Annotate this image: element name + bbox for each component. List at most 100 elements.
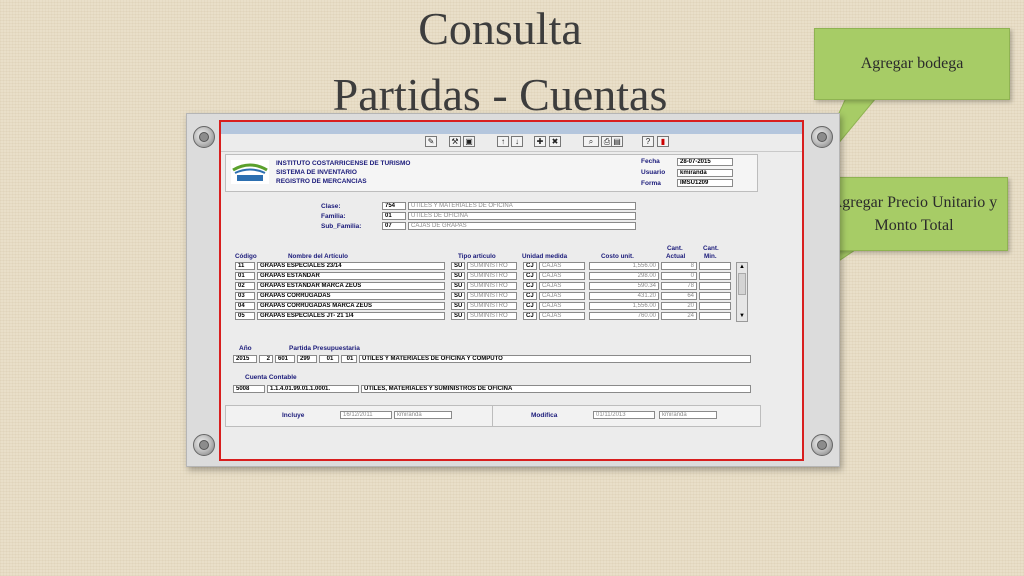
row-actual[interactable]: 20	[661, 302, 697, 310]
table-scrollbar[interactable]: ▲ ▼	[736, 262, 748, 322]
row-min[interactable]	[699, 292, 731, 300]
partida-p3-field[interactable]: 299	[297, 355, 317, 363]
edit-icon[interactable]: ✎	[425, 136, 437, 147]
scroll-down-icon[interactable]: ▼	[737, 312, 747, 321]
row-tipo[interactable]: SU	[451, 282, 465, 290]
row-unidad[interactable]: CJ	[523, 272, 537, 280]
scroll-thumb[interactable]	[738, 273, 746, 295]
forma-field[interactable]: IMSU1209	[677, 179, 733, 187]
row-unidad[interactable]: CJ	[523, 292, 537, 300]
system-name: SISTEMA DE INVENTARIO	[276, 169, 357, 176]
familia-desc-field[interactable]: UTILES DE OFICINA	[408, 212, 636, 220]
clase-label: Clase:	[321, 203, 341, 210]
row-actual[interactable]: 8	[661, 262, 697, 270]
cuenta-number-field[interactable]: 1.1.4.01.99.01.1.0001.	[267, 385, 359, 393]
row-name[interactable]: GRAPAS CORRUGADAS MARCA ZEUS	[257, 302, 445, 310]
partida-p4-field[interactable]: 01	[319, 355, 339, 363]
tool-icon[interactable]: ⚒	[449, 136, 461, 147]
help-icon[interactable]: ?	[642, 136, 654, 147]
incluye-date-field[interactable]: 16/12/2011	[340, 411, 392, 419]
row-tipo[interactable]: SU	[451, 302, 465, 310]
save-icon[interactable]: ▣	[463, 136, 475, 147]
row-tipo-desc[interactable]: SUMINISTRO	[467, 312, 517, 320]
row-costo[interactable]: 760.00	[589, 312, 659, 320]
row-name[interactable]: GRAPAS CORRUGADAS	[257, 292, 445, 300]
row-unidad-desc[interactable]: CAJAS	[539, 312, 585, 320]
row-costo[interactable]: 1,556.00	[589, 302, 659, 310]
row-unidad[interactable]: CJ	[523, 262, 537, 270]
row-actual[interactable]: 0	[661, 272, 697, 280]
row-name[interactable]: GRAPAS ESTANDAR	[257, 272, 445, 280]
familia-label: Familia:	[321, 213, 346, 220]
row-min[interactable]	[699, 262, 731, 270]
row-unidad-desc[interactable]: CAJAS	[539, 292, 585, 300]
partida-label: Partida Presupuestaria	[289, 345, 360, 352]
row-tipo[interactable]: SU	[451, 292, 465, 300]
row-unidad[interactable]: CJ	[523, 312, 537, 320]
incluye-user-field[interactable]: kmiranda	[394, 411, 452, 419]
row-min[interactable]	[699, 302, 731, 310]
cuenta-code-field[interactable]: 5008	[233, 385, 265, 393]
query-icon[interactable]: ⌕	[583, 136, 599, 147]
row-unidad[interactable]: CJ	[523, 282, 537, 290]
row-tipo[interactable]: SU	[451, 262, 465, 270]
subfamilia-code-field[interactable]: 07	[382, 222, 406, 230]
row-unidad-desc[interactable]: CAJAS	[539, 272, 585, 280]
row-code[interactable]: 02	[235, 282, 255, 290]
row-tipo[interactable]: SU	[451, 272, 465, 280]
familia-code-field[interactable]: 01	[382, 212, 406, 220]
clase-code-field[interactable]: 754	[382, 202, 406, 210]
partida-anio-field[interactable]: 2015	[233, 355, 257, 363]
partida-desc-field[interactable]: ÚTILES Y MATERIALES DE OFICINA Y COMPUTO	[359, 355, 751, 363]
cuenta-label: Cuenta Contable	[245, 374, 297, 381]
row-actual[interactable]: 78	[661, 282, 697, 290]
col-unidad: Unidad medida	[522, 253, 568, 260]
row-name[interactable]: GRAPAS ESPECIALES JT- 21 1/4	[257, 312, 445, 320]
row-code[interactable]: 03	[235, 292, 255, 300]
subfamilia-desc-field[interactable]: CAJAS DE GRAPAS	[408, 222, 636, 230]
row-unidad-desc[interactable]: CAJAS	[539, 302, 585, 310]
row-unidad-desc[interactable]: CAJAS	[539, 282, 585, 290]
row-unidad[interactable]: CJ	[523, 302, 537, 310]
clase-desc-field[interactable]: UTILES Y MATERIALES DE OFICINA	[408, 202, 636, 210]
row-costo[interactable]: 1,556.00	[589, 262, 659, 270]
row-name[interactable]: GRAPAS ESPECIALES 23/14	[257, 262, 445, 270]
row-costo[interactable]: 298.00	[589, 272, 659, 280]
partida-p2-field[interactable]: 601	[275, 355, 295, 363]
row-tipo-desc[interactable]: SUMINISTRO	[467, 302, 517, 310]
form-name: REGISTRO DE MERCANCIAS	[276, 178, 367, 185]
row-tipo-desc[interactable]: SUMINISTRO	[467, 262, 517, 270]
row-unidad-desc[interactable]: CAJAS	[539, 262, 585, 270]
delete-record-icon[interactable]: ✖	[549, 136, 561, 147]
row-code[interactable]: 01	[235, 272, 255, 280]
row-name[interactable]: GRAPAS ESTANDAR MARCA ZEUS	[257, 282, 445, 290]
usuario-field[interactable]: kmiranda	[677, 169, 733, 177]
row-min[interactable]	[699, 272, 731, 280]
cuenta-desc-field[interactable]: ÚTILES, MATERIALES Y SUMINISTROS DE OFIC…	[361, 385, 751, 393]
exit-icon[interactable]: ▮	[657, 136, 669, 147]
report-icon[interactable]: ▤	[611, 136, 623, 147]
row-costo[interactable]: 431.20	[589, 292, 659, 300]
row-code[interactable]: 05	[235, 312, 255, 320]
partida-p5-field[interactable]: 01	[341, 355, 357, 363]
row-tipo-desc[interactable]: SUMINISTRO	[467, 272, 517, 280]
row-actual[interactable]: 24	[661, 312, 697, 320]
modifica-date-field[interactable]: 01/11/2013	[593, 411, 655, 419]
scroll-up-icon[interactable]: ▲	[737, 263, 747, 272]
row-min[interactable]	[699, 282, 731, 290]
fecha-field[interactable]: 28-07-2015	[677, 158, 733, 166]
arrow-up-icon[interactable]: ↑	[497, 136, 509, 147]
modifica-user-field[interactable]: kmiranda	[659, 411, 717, 419]
add-record-icon[interactable]: ✚	[534, 136, 546, 147]
col-min-2: Min.	[704, 253, 717, 260]
row-code[interactable]: 11	[235, 262, 255, 270]
row-code[interactable]: 04	[235, 302, 255, 310]
row-tipo-desc[interactable]: SUMINISTRO	[467, 282, 517, 290]
row-min[interactable]	[699, 312, 731, 320]
row-costo[interactable]: 590.34	[589, 282, 659, 290]
arrow-down-icon[interactable]: ↓	[511, 136, 523, 147]
partida-p1-field[interactable]: 2	[259, 355, 273, 363]
row-actual[interactable]: 64	[661, 292, 697, 300]
row-tipo[interactable]: SU	[451, 312, 465, 320]
row-tipo-desc[interactable]: SUMINISTRO	[467, 292, 517, 300]
